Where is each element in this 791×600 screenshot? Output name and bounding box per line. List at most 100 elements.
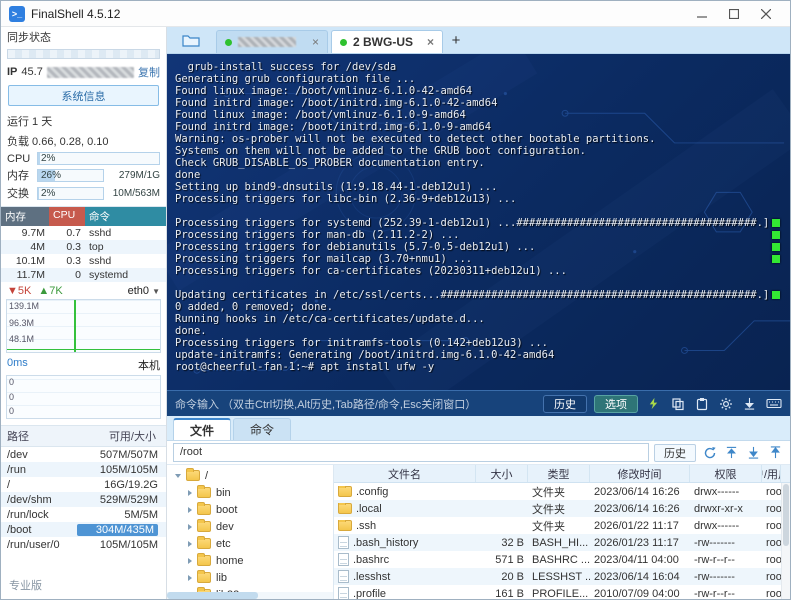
scrollbar-thumb[interactable] [167,592,259,599]
file-row[interactable]: .profile 161 B PROFILE... 2010/07/09 04:00 -… [334,585,781,599]
settings-gear-icon[interactable] [717,395,734,412]
file-row[interactable]: .config 文件夹 2023/06/14 16:26 drwx------ root… [334,483,781,500]
process-cell: 4M [30,241,45,253]
swap-label: 交换 [7,188,29,200]
interface-selector[interactable]: eth0 ▼ [128,285,160,297]
file-perm-cell: -rw------- [694,570,735,583]
file-type-cell: PROFILE... [532,587,589,600]
disk-row[interactable]: /run/lock 5M/5M [1,507,166,522]
file-list-scrollbar[interactable] [781,483,790,599]
file-row[interactable]: .local 文件夹 2023/06/14 16:26 drwxr-xr-x root/… [334,500,781,517]
parent-directory-icon[interactable] [723,444,740,461]
disk-row[interactable]: /run 105M/105M [1,462,166,477]
process-row[interactable]: 10.1M 0.3 sshd [1,254,166,268]
command-history-button[interactable]: 历史 [543,394,587,413]
copy-ip-button[interactable]: 复制 [138,64,160,80]
tree-item-root[interactable]: / [167,467,333,484]
column-header-filename[interactable]: 文件名 [334,465,476,482]
terminal-line: Systems on them will not be added to the… [175,145,586,157]
copy-icon[interactable] [669,395,686,412]
expander-icon[interactable] [188,489,192,496]
file-row[interactable]: .ssh 文件夹 2026/01/22 11:17 drwx------ root/ro… [334,517,781,534]
file-owner-cell: root/root [766,570,781,583]
tab-session-1[interactable]: × [216,30,328,53]
tab-files[interactable]: 文件 [173,418,232,440]
disk-path: /boot [7,523,32,536]
command-input[interactable]: 命令输入 （双击Ctrl切换,Alt历史,Tab路径/命令,Esc关闭窗口） [175,396,536,412]
tab-commands[interactable]: 命令 [233,418,292,440]
tree-item[interactable]: boot [167,501,333,518]
terminal-line: 0 added, 0 removed; done. [175,301,334,313]
file-type-cell: LESSHST ... [532,570,590,583]
folder-icon [197,502,211,515]
tree-item[interactable]: lib [167,569,333,586]
process-row[interactable]: 9.7M 0.7 sshd [1,226,166,240]
folder-icon [197,553,211,566]
paste-icon[interactable] [693,395,710,412]
column-header-mtime[interactable]: 修改时间 [590,465,690,482]
terminal-line: Check GRUB_DISABLE_OS_PROBER documentati… [175,157,485,169]
upload-icon[interactable] [767,444,784,461]
download-icon[interactable] [741,395,758,412]
expander-icon[interactable] [188,557,192,564]
tree-item-label: etc [216,537,231,550]
process-row[interactable]: 11.7M 0 systemd [1,268,166,282]
path-toolbar: /root 历史 [167,441,790,465]
disk-row[interactable]: / 16G/19.2G [1,477,166,492]
maximize-button[interactable] [718,3,750,25]
lightning-icon[interactable] [645,395,662,412]
scrollbar-thumb[interactable] [783,484,789,546]
file-type-cell: 文件夹 [532,520,565,533]
connection-manager-button[interactable] [177,29,205,51]
tree-item[interactable]: etc [167,535,333,552]
tree-item[interactable]: dev [167,518,333,535]
path-history-button[interactable]: 历史 [654,443,696,462]
file-icon [338,570,349,583]
file-mtime-cell: 2023/06/14 16:26 [594,502,680,515]
process-cell: 0.7 [66,227,81,239]
file-owner-cell: root/root [766,587,781,600]
file-mtime-cell: 2023/04/11 04:00 [594,553,679,566]
keyboard-icon[interactable] [765,395,782,412]
sync-status-label: 同步状态 [7,32,51,44]
file-row[interactable]: .lesshst 20 B LESSHST ... 2023/06/14 16:04 -… [334,568,781,585]
command-options-button[interactable]: 选项 [594,394,638,413]
refresh-icon[interactable] [701,444,718,461]
close-button[interactable] [750,3,782,25]
swap-usage-bar: 2% [37,186,104,200]
column-header-size[interactable]: 大小 [476,465,528,482]
expander-icon[interactable] [188,540,192,547]
disk-row[interactable]: /run/user/0 105M/105M [1,537,166,552]
file-size-cell: 571 B [495,553,524,566]
disk-row[interactable]: /dev 507M/507M [1,447,166,462]
file-mtime-cell: 2023/06/14 16:26 [594,485,680,498]
new-tab-button[interactable]: + [446,32,466,49]
tree-item[interactable]: bin [167,484,333,501]
path-input[interactable]: /root [173,443,649,462]
file-row[interactable]: .bashrc 571 B BASHRC ... 2023/04/11 04:00 -r… [334,551,781,568]
file-row[interactable]: .bash_history 32 B BASH_HI... 2026/01/23 11… [334,534,781,551]
expander-icon[interactable] [188,523,192,530]
system-info-button[interactable]: 系统信息 [8,85,159,106]
process-row[interactable]: 4M 0.3 top [1,240,166,254]
expander-icon[interactable] [175,473,181,478]
close-tab-icon[interactable]: × [312,36,319,48]
tab-session-2-bwg-us[interactable]: 2 BWG-US × [331,30,443,53]
column-header-permissions[interactable]: 权限 [690,465,762,482]
column-header-type[interactable]: 类型 [528,465,590,482]
minimize-button[interactable] [686,3,718,25]
expander-icon[interactable] [188,574,192,581]
tree-item[interactable]: home [167,552,333,569]
disk-avail: 16G/19.2G [104,478,158,491]
disk-row[interactable]: /dev/shm 529M/529M [1,492,166,507]
column-header-owner[interactable]: 用户/用户组 [762,465,781,482]
close-tab-icon[interactable]: × [427,36,434,48]
download-icon[interactable] [745,444,762,461]
tree-horizontal-scrollbar[interactable] [167,592,333,599]
disk-usage-bar: 304M/435M [77,523,158,536]
disk-row[interactable]: /boot 304M/435M [1,522,166,537]
file-name-cell: .bashrc [334,553,476,566]
terminal-pane[interactable]: grub-install success for /dev/sda Generat… [167,54,790,390]
process-cell: sshd [89,227,112,239]
expander-icon[interactable] [188,506,192,513]
